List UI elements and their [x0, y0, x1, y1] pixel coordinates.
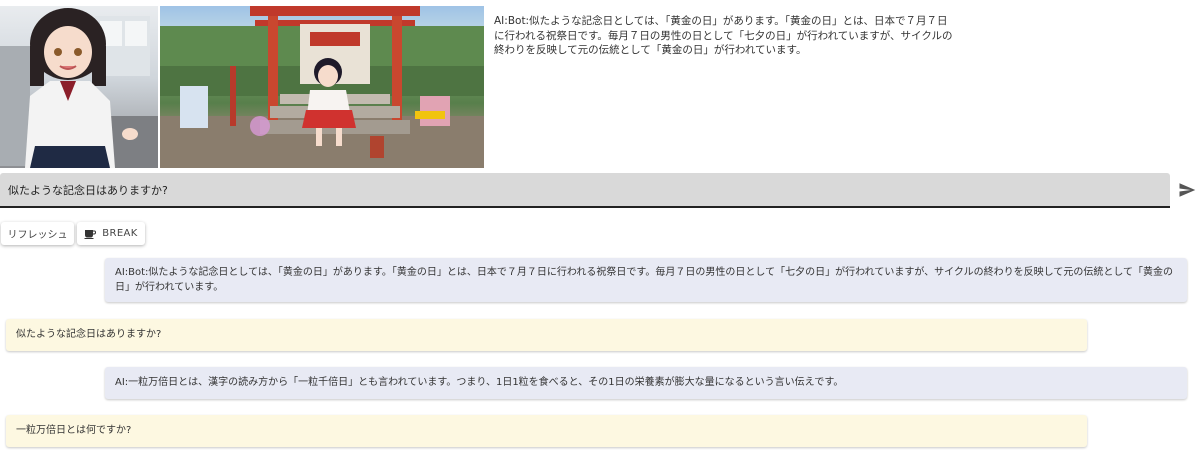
message-text: AI:Bot:似たような記念日としては、「黄金の日」があります。「黄金の日」とは…: [115, 267, 1174, 293]
message-text: AI:一粒万倍日とは、漢字の読み方から「一粒千倍日」とも言われています。つまり、…: [115, 377, 844, 388]
coffee-cup-icon: [84, 229, 97, 239]
break-button[interactable]: BREAK: [77, 222, 145, 245]
latest-response-text: AI:Bot:似たような記念日としては、「黄金の日」があります。「黄金の日」とは…: [494, 15, 953, 56]
message-text: 一粒万倍日とは何ですか?: [16, 425, 132, 436]
message-input-container[interactable]: [0, 173, 1170, 208]
refresh-button-label: リフレッシュ: [7, 230, 68, 241]
refresh-button[interactable]: リフレッシュ: [1, 222, 74, 245]
shrine-torii-girl-image: [160, 6, 484, 168]
chat-message-bot: AI:一粒万倍日とは、漢字の読み方から「一粒千倍日」とも言われています。つまり、…: [105, 367, 1187, 399]
chat-message-user: 似たような記念日はありますか?: [6, 319, 1087, 351]
chat-message-bot: AI:Bot:似たような記念日としては、「黄金の日」があります。「黄金の日」とは…: [105, 258, 1187, 302]
break-button-label: BREAK: [102, 228, 138, 239]
message-input[interactable]: [0, 173, 1170, 206]
image-gallery: AI:Bot:似たような記念日としては、「黄金の日」があります。「黄金の日」とは…: [0, 6, 1200, 168]
message-text: 似たような記念日はありますか?: [16, 329, 162, 340]
chat-message-user: 一粒万倍日とは何ですか?: [6, 415, 1087, 447]
send-icon[interactable]: [1178, 181, 1196, 199]
anime-girl-kitchen-image: [0, 6, 158, 168]
